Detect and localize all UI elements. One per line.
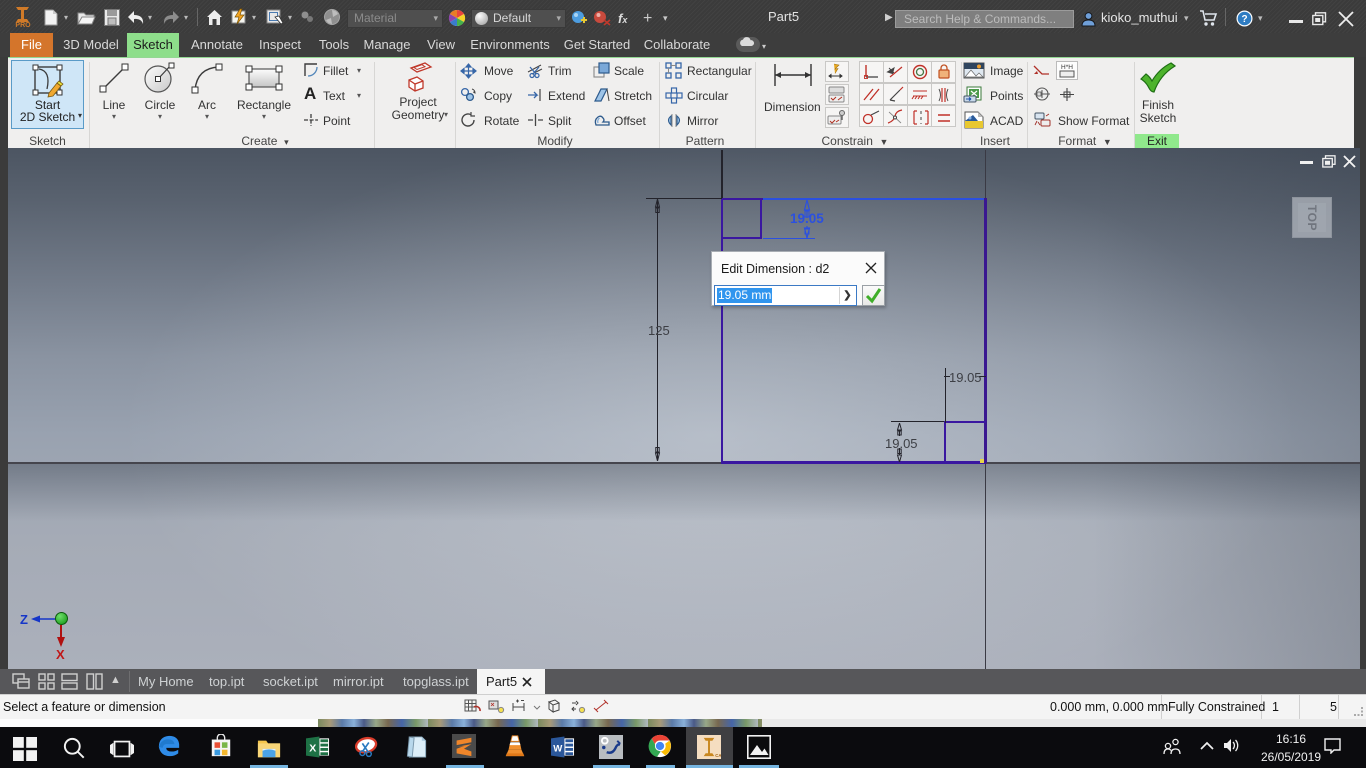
svg-text:CAD: CAD [715, 753, 721, 758]
svg-text:H*H: H*H [1061, 64, 1073, 71]
svg-text:W: W [553, 743, 563, 754]
svg-text:?: ? [1241, 14, 1247, 25]
svg-text:X: X [309, 742, 316, 754]
